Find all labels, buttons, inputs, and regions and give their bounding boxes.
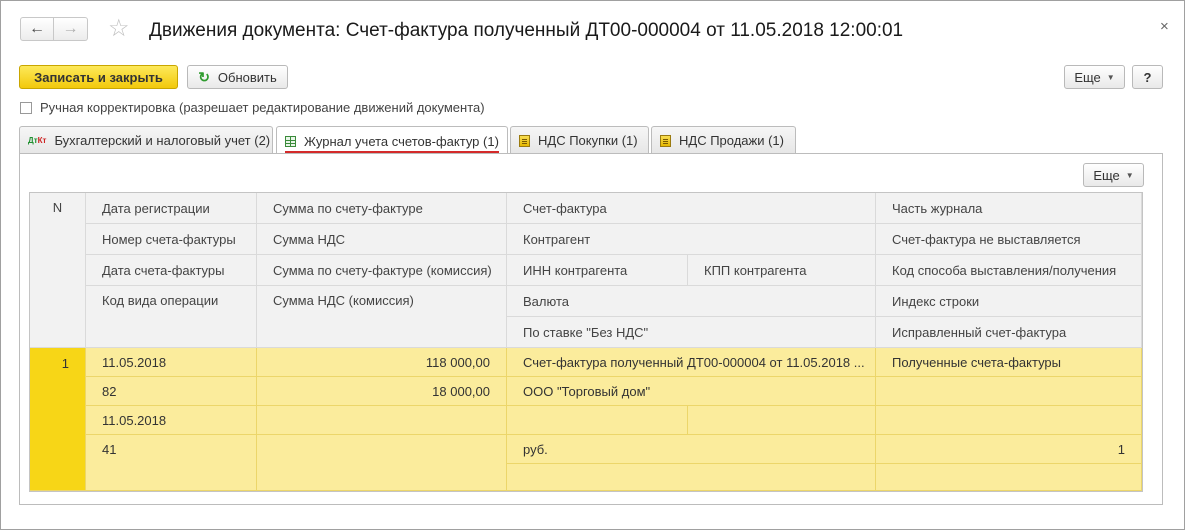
arrow-left-icon: ←: [29, 20, 45, 37]
refresh-label: Обновить: [217, 69, 277, 85]
register-icon: [519, 134, 530, 147]
table-cell[interactable]: [876, 406, 1142, 435]
help-button[interactable]: ?: [1132, 65, 1163, 89]
table-cell[interactable]: Полученные счета-фактуры: [876, 348, 1142, 377]
column-header[interactable]: Контрагент: [507, 224, 876, 255]
document-movements-window: ← → ☆ Движения документа: Счет-фактура п…: [0, 0, 1185, 530]
table-cell[interactable]: [257, 435, 507, 491]
refresh-button[interactable]: ↻ Обновить: [187, 65, 288, 89]
column-header[interactable]: Исправленный счет-фактура: [876, 317, 1142, 348]
arrow-right-icon: →: [62, 20, 79, 37]
table-cell[interactable]: руб.: [507, 435, 876, 464]
column-header[interactable]: Сумма по счету-фактуре (комиссия): [257, 255, 507, 286]
save-and-close-button[interactable]: Записать и закрыть: [19, 65, 178, 89]
grid-icon: [285, 135, 296, 147]
table-cell[interactable]: Счет-фактура полученный ДТ00-000004 от 1…: [507, 348, 876, 377]
register-icon: [660, 134, 671, 147]
column-header[interactable]: Дата регистрации: [86, 193, 257, 224]
table-cell[interactable]: [507, 464, 876, 491]
column-header[interactable]: Счет-фактура: [507, 193, 876, 224]
tab-accounting[interactable]: Дт Кт Бухгалтерский и налоговый учет (2): [19, 126, 273, 154]
table-cell[interactable]: [257, 406, 507, 435]
table-cell[interactable]: [507, 406, 688, 435]
tab-label: Журнал учета счетов-фактур (1): [304, 133, 499, 149]
column-header[interactable]: Код способа выставления/получения: [876, 255, 1142, 286]
table-cell[interactable]: ООО "Торговый дом": [507, 377, 876, 406]
column-header-n[interactable]: N: [30, 193, 86, 348]
tab-label: Бухгалтерский и налоговый учет (2): [54, 133, 271, 148]
column-header[interactable]: Валюта: [507, 286, 876, 317]
row-number-cell[interactable]: 1: [30, 348, 86, 491]
dt-kt-icon: Дт Кт: [28, 135, 47, 145]
table-cell[interactable]: 82: [86, 377, 257, 406]
table-cell[interactable]: [876, 464, 1142, 491]
forward-button[interactable]: →: [54, 17, 88, 41]
table-cell[interactable]: 11.05.2018: [86, 406, 257, 435]
tab-vat-purchases[interactable]: НДС Покупки (1): [510, 126, 649, 154]
table-cell[interactable]: [688, 406, 876, 435]
column-header[interactable]: Сумма по счету-фактуре: [257, 193, 507, 224]
column-header[interactable]: ИНН контрагента: [507, 255, 688, 286]
column-header[interactable]: Часть журнала: [876, 193, 1142, 224]
column-header[interactable]: Код вида операции: [86, 286, 257, 348]
refresh-icon: ↻: [198, 68, 210, 85]
register-table[interactable]: N Дата регистрации Номер счета-фактуры Д…: [29, 192, 1143, 492]
tab-label: НДС Продажи (1): [679, 133, 784, 148]
table-more-menu-button[interactable]: Еще ▼: [1083, 163, 1144, 187]
column-header[interactable]: Сумма НДС (комиссия): [257, 286, 507, 348]
more-label: Еще: [1093, 167, 1120, 183]
table-cell[interactable]: [876, 377, 1142, 406]
column-header[interactable]: КПП контрагента: [688, 255, 876, 286]
more-label: Еще: [1074, 69, 1101, 85]
close-icon[interactable]: ×: [1160, 18, 1169, 35]
favorite-star-icon[interactable]: ☆: [108, 16, 130, 42]
column-header[interactable]: Номер счета-фактуры: [86, 224, 257, 255]
table-cell[interactable]: 118 000,00: [257, 348, 507, 377]
manual-correction-label: Ручная корректировка (разрешает редактир…: [40, 100, 485, 115]
tab-vat-sales[interactable]: НДС Продажи (1): [651, 126, 796, 154]
caret-down-icon: ▼: [1106, 72, 1115, 82]
table-cell[interactable]: 18 000,00: [257, 377, 507, 406]
table-cell[interactable]: 11.05.2018: [86, 348, 257, 377]
caret-down-icon: ▼: [1125, 170, 1134, 180]
column-header[interactable]: Дата счета-фактуры: [86, 255, 257, 286]
table-cell[interactable]: 41: [86, 435, 257, 491]
column-header[interactable]: По ставке "Без НДС": [507, 317, 876, 348]
table-cell[interactable]: 1: [876, 435, 1142, 464]
more-menu-button[interactable]: Еще ▼: [1064, 65, 1125, 89]
manual-correction-row[interactable]: Ручная корректировка (разрешает редактир…: [20, 100, 485, 115]
column-header[interactable]: Счет-фактура не выставляется: [876, 224, 1142, 255]
tab-invoice-journal[interactable]: Журнал учета счетов-фактур (1): [276, 126, 508, 155]
tab-label: НДС Покупки (1): [538, 133, 638, 148]
window-title: Движения документа: Счет-фактура получен…: [149, 20, 904, 41]
column-header[interactable]: Сумма НДС: [257, 224, 507, 255]
manual-correction-checkbox[interactable]: [20, 101, 32, 114]
back-button[interactable]: ←: [20, 17, 54, 41]
column-header[interactable]: Индекс строки: [876, 286, 1142, 317]
